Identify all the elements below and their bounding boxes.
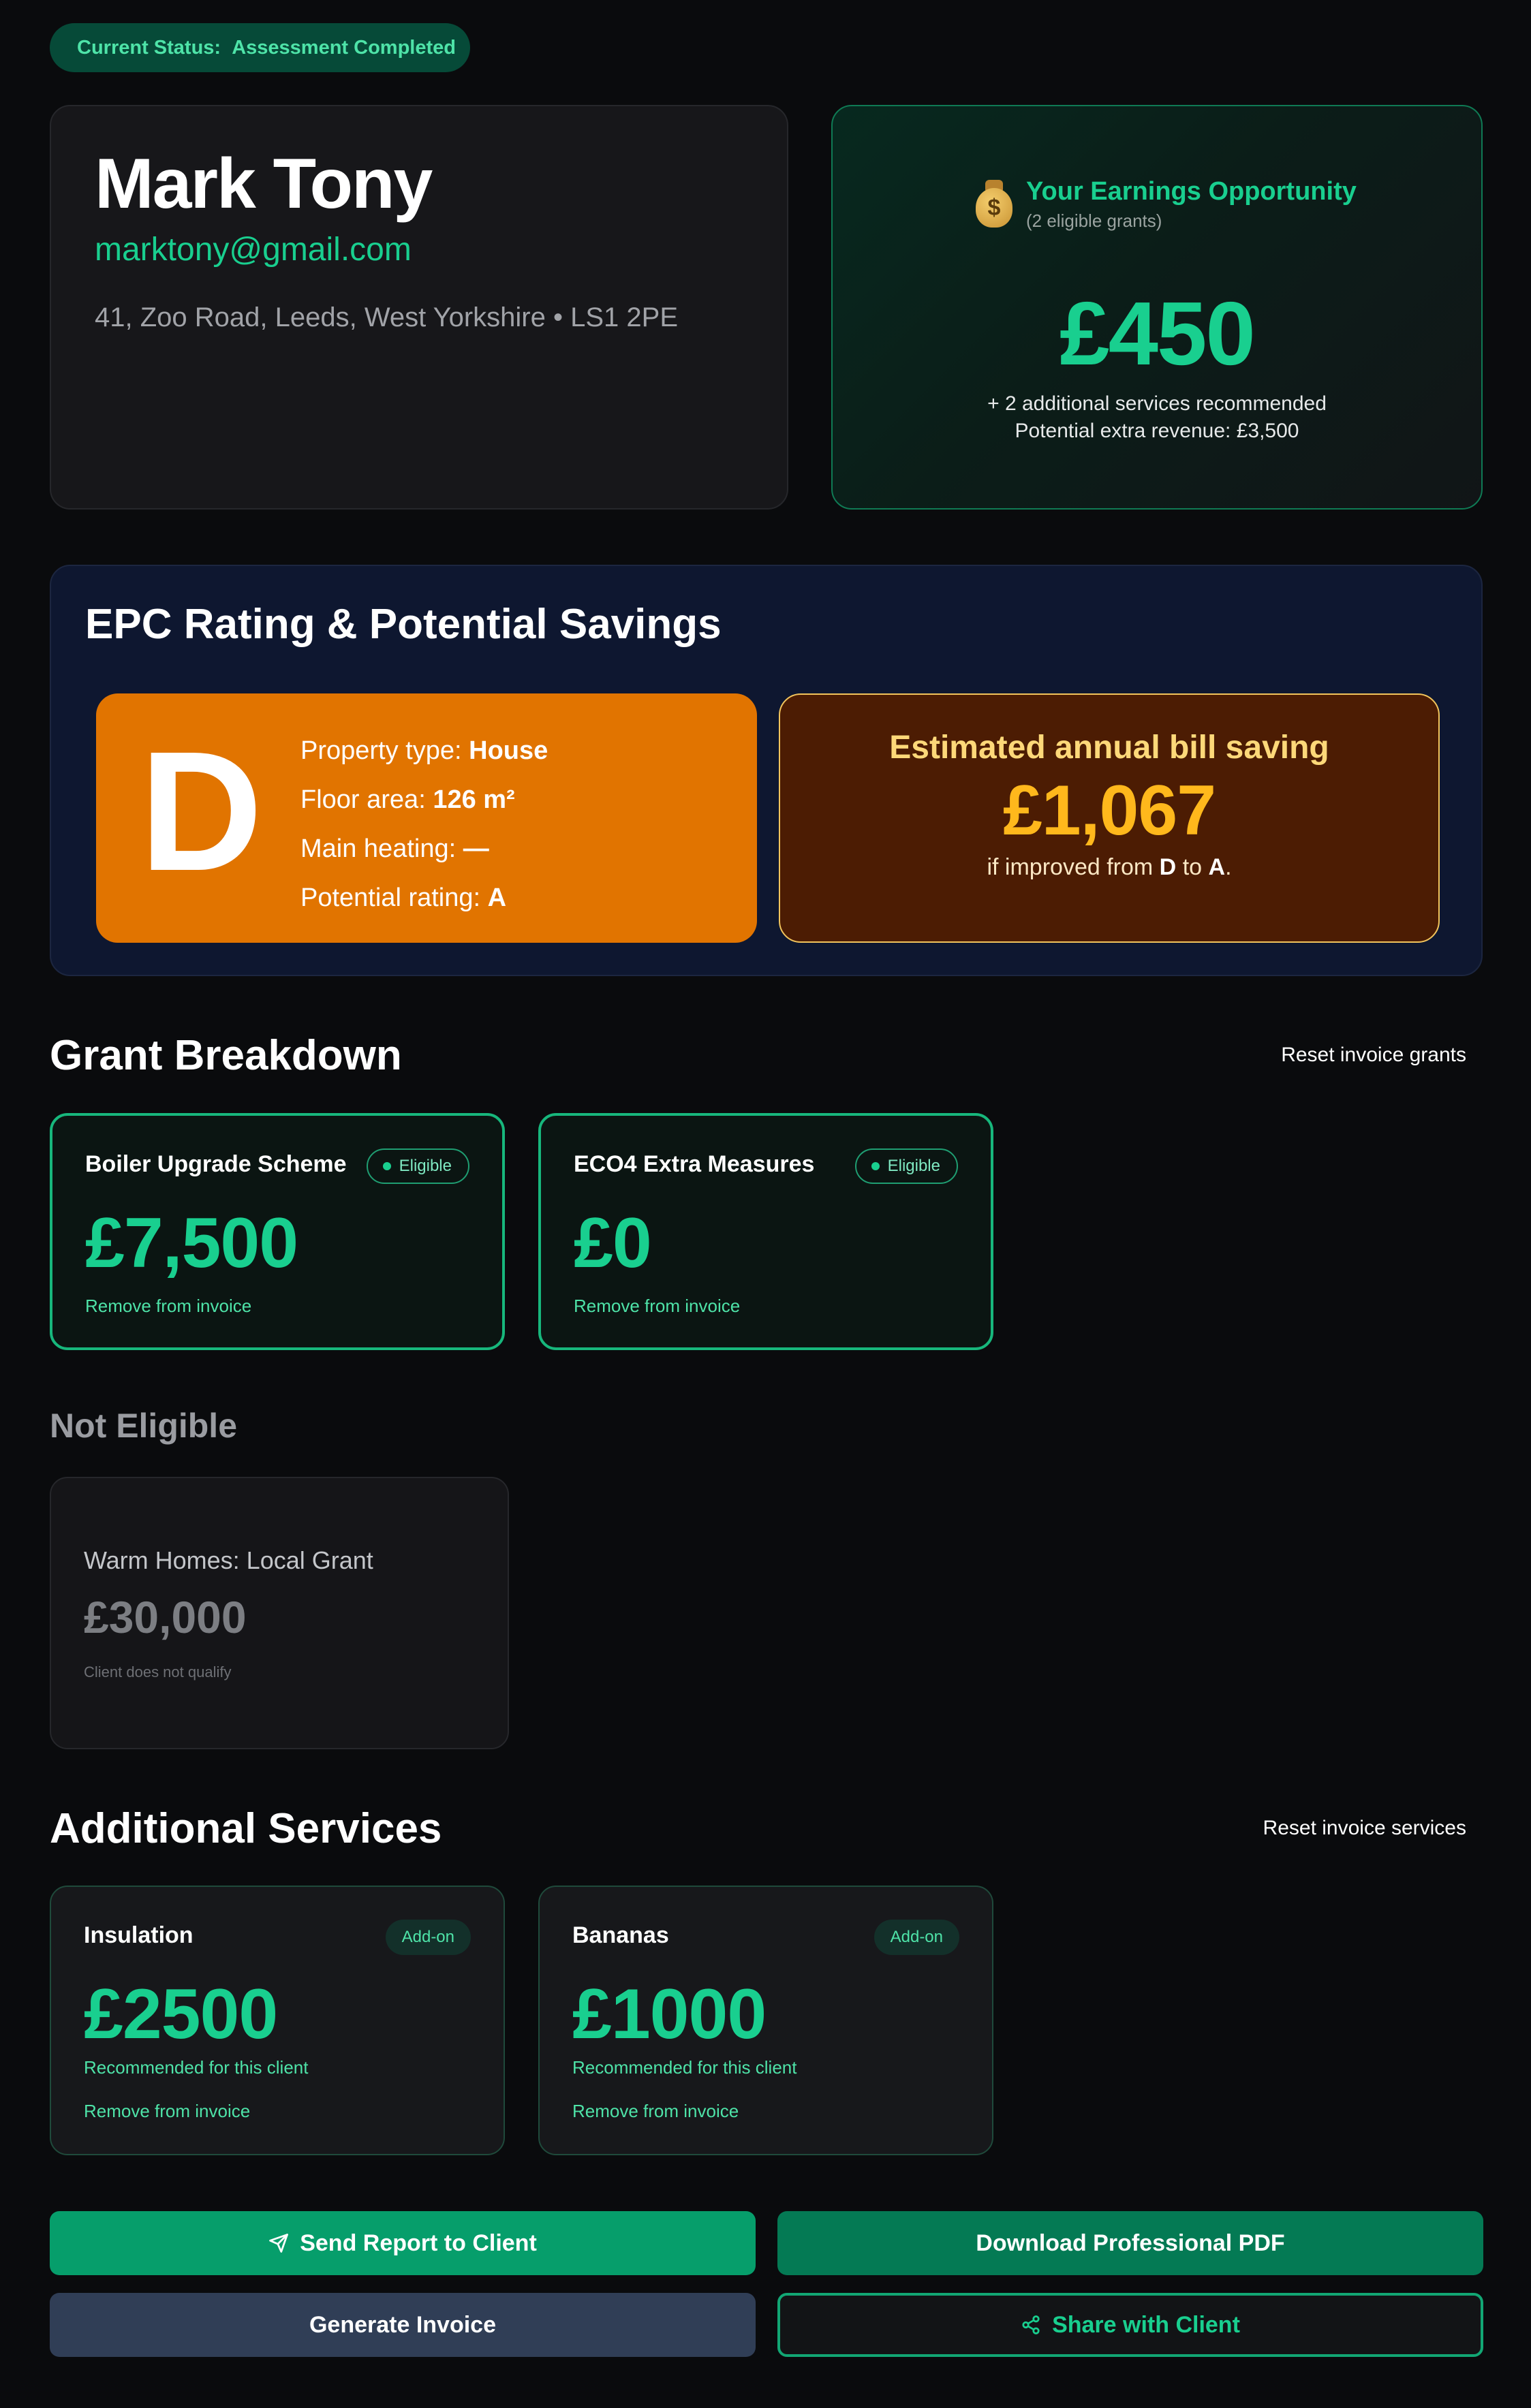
grant-amount: £30,000	[84, 1592, 247, 1642]
status-dot-icon	[871, 1162, 880, 1170]
assessment-page: Current Status: Assessment Completed Mar…	[0, 0, 1531, 2408]
service-card-insulation: Insulation Add-on £2500 Recommended for …	[50, 1886, 505, 2155]
service-card-bananas: Bananas Add-on £1000 Recommended for thi…	[538, 1886, 993, 2155]
service-name: Bananas	[572, 1922, 669, 1948]
status-dot-icon	[382, 1162, 391, 1170]
floor-area-row: Floor area: 126 m²	[300, 785, 515, 814]
send-icon	[268, 2233, 289, 2253]
not-eligible-card-warm-homes: Warm Homes: Local Grant £30,000 Client d…	[50, 1477, 509, 1749]
grant-amount: £0	[574, 1204, 652, 1283]
epc-details: Property type: House Floor area: 126 m² …	[300, 726, 548, 922]
status-value: Assessment Completed	[232, 36, 456, 59]
not-qualify-note: Client does not qualify	[84, 1663, 232, 1680]
service-amount: £2500	[84, 1975, 278, 2054]
status-badge: Current Status: Assessment Completed	[50, 23, 470, 72]
grant-card-boiler-upgrade: Boiler Upgrade Scheme Eligible £7,500 Re…	[50, 1113, 505, 1350]
client-email[interactable]: marktony@gmail.com	[95, 231, 743, 268]
share-icon	[1021, 2315, 1041, 2335]
property-type-value: House	[469, 736, 548, 765]
client-address: 41, Zoo Road, Leeds, West Yorkshire • LS…	[95, 302, 678, 333]
bill-saving-note: if improved from D to A.	[987, 854, 1232, 880]
bill-saving-title: Estimated annual bill saving	[889, 730, 1329, 766]
eligible-badge: Eligible	[854, 1148, 958, 1184]
epc-title: EPC Rating & Potential Savings	[85, 601, 722, 648]
generate-invoice-label: Generate Invoice	[309, 2311, 496, 2338]
reset-invoice-services-button[interactable]: Reset invoice services	[1263, 1817, 1466, 1840]
remove-from-invoice-link[interactable]: Remove from invoice	[572, 2101, 739, 2122]
download-pdf-button[interactable]: Download Professional PDF	[777, 2211, 1483, 2275]
main-heating-value: —	[463, 834, 489, 863]
remove-from-invoice-link[interactable]: Remove from invoice	[84, 2101, 250, 2122]
client-card: Mark Tony marktony@gmail.com 41, Zoo Roa…	[50, 105, 788, 510]
grant-amount: £7,500	[85, 1204, 298, 1283]
reset-invoice-grants-button[interactable]: Reset invoice grants	[1281, 1044, 1466, 1067]
additional-services-title: Additional Services	[50, 1805, 442, 1852]
remove-from-invoice-link[interactable]: Remove from invoice	[85, 1296, 251, 1317]
grant-card-eco4: ECO4 Extra Measures Eligible £0 Remove f…	[538, 1113, 993, 1350]
service-amount: £1000	[572, 1975, 767, 2054]
addon-badge: Add-on	[873, 1920, 959, 1955]
property-type-row: Property type: House	[300, 736, 548, 765]
epc-section: EPC Rating & Potential Savings D Propert…	[50, 565, 1483, 976]
download-pdf-label: Download Professional PDF	[976, 2230, 1285, 2256]
epc-rating-letter: D	[140, 716, 263, 906]
earnings-card: $ Your Earnings Opportunity (2 eligible …	[831, 105, 1483, 510]
earnings-revenue-note: Potential extra revenue: £3,500	[1015, 420, 1299, 442]
bill-saving-amount: £1,067	[1002, 771, 1216, 850]
earnings-amount: £450	[1060, 283, 1256, 384]
not-eligible-title: Not Eligible	[50, 1407, 237, 1445]
service-note: Recommended for this client	[84, 2057, 309, 2078]
earnings-header: $ Your Earnings Opportunity (2 eligible …	[974, 177, 1357, 232]
share-with-client-label: Share with Client	[1052, 2311, 1240, 2338]
earnings-services-note: + 2 additional services recommended	[987, 392, 1327, 415]
service-name: Insulation	[84, 1922, 194, 1948]
grant-name: Warm Homes: Local Grant	[84, 1546, 373, 1574]
remove-from-invoice-link[interactable]: Remove from invoice	[574, 1296, 740, 1317]
potential-rating-row: Potential rating: A	[300, 884, 507, 912]
eligible-badge: Eligible	[366, 1148, 469, 1184]
generate-invoice-button[interactable]: Generate Invoice	[50, 2293, 756, 2357]
earnings-title: Your Earnings Opportunity	[1026, 177, 1357, 206]
grant-name: ECO4 Extra Measures	[574, 1151, 815, 1177]
epc-rating-card: D Property type: House Floor area: 126 m…	[96, 693, 757, 943]
client-name: Mark Tony	[95, 144, 433, 223]
potential-rating-value: A	[487, 884, 507, 912]
addon-badge: Add-on	[385, 1920, 471, 1955]
floor-area-value: 126 m²	[433, 785, 515, 814]
service-note: Recommended for this client	[572, 2057, 797, 2078]
send-report-label: Send Report to Client	[300, 2230, 537, 2256]
earnings-subtitle: (2 eligible grants)	[1026, 210, 1162, 231]
share-with-client-button[interactable]: Share with Client	[777, 2293, 1483, 2357]
status-label: Current Status:	[77, 36, 221, 59]
main-heating-row: Main heating: —	[300, 834, 489, 863]
grant-name: Boiler Upgrade Scheme	[85, 1151, 347, 1177]
send-report-button[interactable]: Send Report to Client	[50, 2211, 756, 2275]
bill-saving-card: Estimated annual bill saving £1,067 if i…	[779, 693, 1440, 943]
money-bag-icon: $	[974, 180, 1014, 228]
grant-breakdown-title: Grant Breakdown	[50, 1032, 402, 1079]
